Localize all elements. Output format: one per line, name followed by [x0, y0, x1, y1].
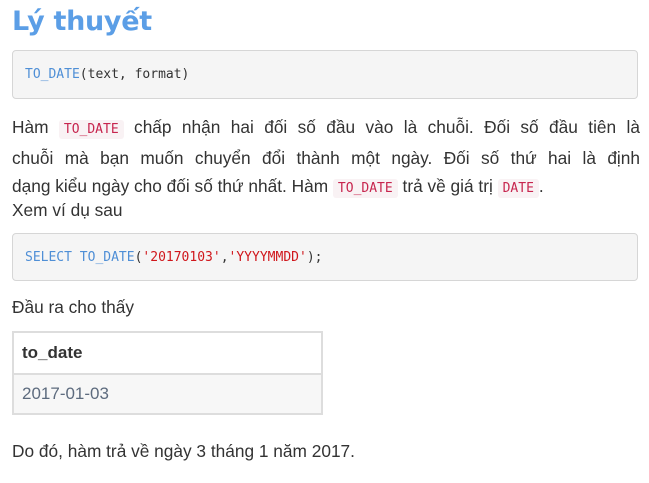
sql-paren-close: ); [306, 249, 323, 265]
result-table: to_date 2017-01-03 [12, 331, 323, 415]
syntax-function-name: TO_DATE [25, 67, 80, 82]
description-text: . [538, 176, 544, 196]
description-text: Hàm [12, 117, 59, 137]
table-header-row: to_date [12, 331, 323, 375]
example-intro: Xem ví dụ sau [12, 200, 123, 220]
sql-keyword-select: SELECT [25, 249, 72, 265]
syntax-code-block: TO_DATE (text, format) [12, 50, 638, 99]
result-cell: 2017-01-03 [12, 373, 323, 415]
description-text: chuỗi mà bạn muốn chuyển đổi thành một n… [12, 148, 640, 168]
sql-string-arg-2: 'YYYYMMDD' [228, 249, 307, 265]
sql-space [72, 250, 80, 265]
inline-code-to-date: TO_DATE [58, 120, 124, 139]
description-text: chấp nhận hai đối số đầu vào là chuỗi. Đ… [123, 117, 640, 137]
section-heading: Lý thuyết [12, 6, 152, 37]
sql-paren-open: ( [134, 249, 143, 265]
sql-function-name: TO_DATE [79, 249, 135, 265]
description-text: dạng kiểu ngày cho đối số thứ nhất. Hàm [12, 176, 333, 196]
conclusion-text: Do đó, hàm trả về ngày 3 tháng 1 năm 201… [12, 441, 355, 461]
sql-comma: , [220, 249, 229, 265]
description-paragraph: Hàm TO_DATE chấp nhận hai đối số đầu vào… [12, 113, 640, 203]
table-row: 2017-01-03 [12, 373, 323, 415]
description-text: trả về giá trị [397, 176, 498, 196]
output-intro: Đầu ra cho thấy [12, 297, 134, 317]
sql-string-arg-1: '20170103' [142, 249, 221, 265]
syntax-arguments: (text, format) [79, 67, 190, 82]
description-line-1: Hàm TO_DATE chấp nhận hai đối số đầu vào… [12, 113, 640, 144]
description-line-2: chuỗi mà bạn muốn chuyển đổi thành một n… [12, 144, 640, 172]
description-line-3: dạng kiểu ngày cho đối số thứ nhất. Hàm … [12, 176, 544, 198]
example-code-block: SELECT TO_DATE('20170103', 'YYYYMMDD'); [12, 233, 638, 281]
column-header-to-date: to_date [12, 331, 323, 375]
